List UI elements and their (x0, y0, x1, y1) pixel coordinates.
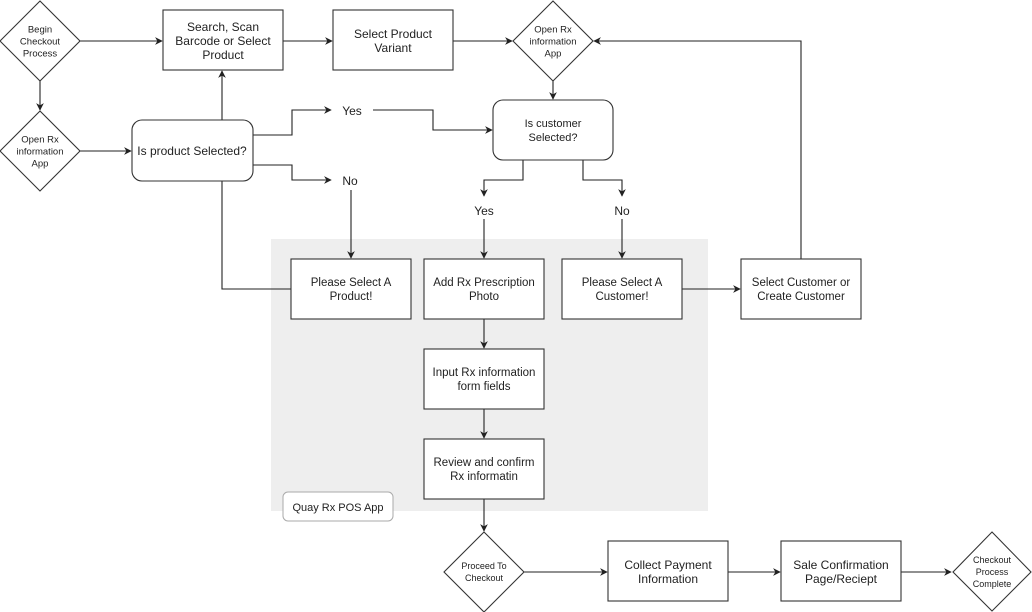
node-label-line: App (32, 158, 49, 169)
node-label-line: Add Rx Prescription (433, 277, 535, 289)
node-label-line: Selected? (529, 132, 578, 144)
node-label-line: Proceed To (461, 561, 506, 571)
node-label-line: Product! (330, 291, 373, 303)
edge-label-customer-yes: Yes (474, 204, 494, 218)
group-label: Quay Rx POS App (282, 491, 394, 522)
edge-yes-to-customer-selected (373, 109, 493, 134)
node-label-line: Checkout (20, 36, 60, 47)
node-please-select-product[interactable]: Please Select A Product! (290, 258, 412, 320)
node-label-line: form fields (457, 381, 510, 393)
node-label-line: Please Select A (582, 277, 663, 289)
node-label-line: Variant (374, 41, 412, 55)
edge-product-yes-arrow (253, 106, 332, 136)
node-label-line: Photo (469, 291, 499, 303)
node-label-line: Open Rx (21, 134, 59, 145)
node-open-rx-top[interactable]: Open RxinformationApp (512, 0, 594, 82)
node-label-line: Open Rx (534, 24, 572, 35)
node-label-line: Create Customer (757, 291, 845, 303)
node-label-line: Information (638, 572, 698, 586)
node-label-line: Select Customer or (752, 277, 851, 289)
edge-label-product-no: No (342, 174, 358, 188)
node-label-line: Rx informatin (450, 471, 518, 483)
node-review-confirm-rx[interactable]: Review and confirm Rx informatin (423, 438, 545, 500)
node-is-customer-selected[interactable]: Is customer Selected? (492, 99, 614, 161)
node-label-line: Barcode or Select (175, 34, 271, 48)
node-add-rx-photo[interactable]: Add Rx Prescription Photo (423, 258, 545, 320)
node-input-rx-fields[interactable]: Input Rx information form fields (423, 348, 545, 410)
node-open-rx-left[interactable]: Open RxinformationApp (0, 110, 81, 192)
node-proceed-to-checkout[interactable]: Proceed To Checkout (443, 531, 525, 612)
node-search-product[interactable]: Search, ScanBarcode or SelectProduct (162, 9, 284, 71)
node-select-create-customer[interactable]: Select Customer or Create Customer (740, 258, 862, 320)
node-label-line: Select Product (354, 27, 433, 41)
node-label-line: Process (23, 48, 58, 59)
node-please-select-customer[interactable]: Please Select A Customer! (561, 258, 683, 320)
node-label-line: Review and confirm (434, 457, 535, 469)
edge-select-create-to-open-rx-top (593, 37, 802, 259)
node-label-line: information (17, 146, 64, 157)
node-is-product-selected[interactable]: Is product Selected? (131, 119, 254, 182)
node-label-line: Process (976, 567, 1009, 577)
node-label-line: App (545, 48, 562, 59)
edge-customer-no-arrow (582, 160, 626, 197)
node-label-line: Collect Payment (624, 558, 712, 572)
node-sale-confirmation[interactable]: Sale ConfirmationPage/Reciept (780, 540, 902, 602)
node-label-line: Is customer (525, 118, 582, 130)
node-label-line: information (530, 36, 577, 47)
node-begin-checkout[interactable]: BeginCheckoutProcess (0, 0, 81, 82)
node-label-line: Input Rx information (433, 367, 536, 379)
node-label-line: Checkout (973, 555, 1012, 565)
group-label-text: Quay Rx POS App (292, 502, 383, 514)
node-label-line: Please Select A (311, 277, 392, 289)
edge-customer-yes-arrow (480, 160, 524, 197)
edge-label-customer-no: No (614, 204, 630, 218)
node-collect-payment[interactable]: Collect PaymentInformation (607, 540, 729, 602)
edge-product-no-arrow (253, 164, 332, 184)
node-label-line: Complete (973, 579, 1012, 589)
node-label-line: Sale Confirmation (793, 558, 888, 572)
node-label-line: Customer! (595, 291, 648, 303)
node-label-line: Is product Selected? (137, 144, 247, 158)
flowchart-canvas: Quay Rx POS App Yes No Yes No BeginCheck… (0, 0, 1032, 612)
node-label-line: Checkout (465, 573, 504, 583)
node-label-line: Begin (28, 24, 52, 35)
node-label-line: Search, Scan (187, 20, 259, 34)
node-label-line: Page/Reciept (805, 572, 878, 586)
node-checkout-complete[interactable]: Checkout Process Complete (952, 531, 1032, 612)
edge-label-product-yes: Yes (342, 104, 362, 118)
node-label-line: Product (202, 48, 244, 62)
node-select-variant[interactable]: Select ProductVariant (332, 9, 454, 71)
